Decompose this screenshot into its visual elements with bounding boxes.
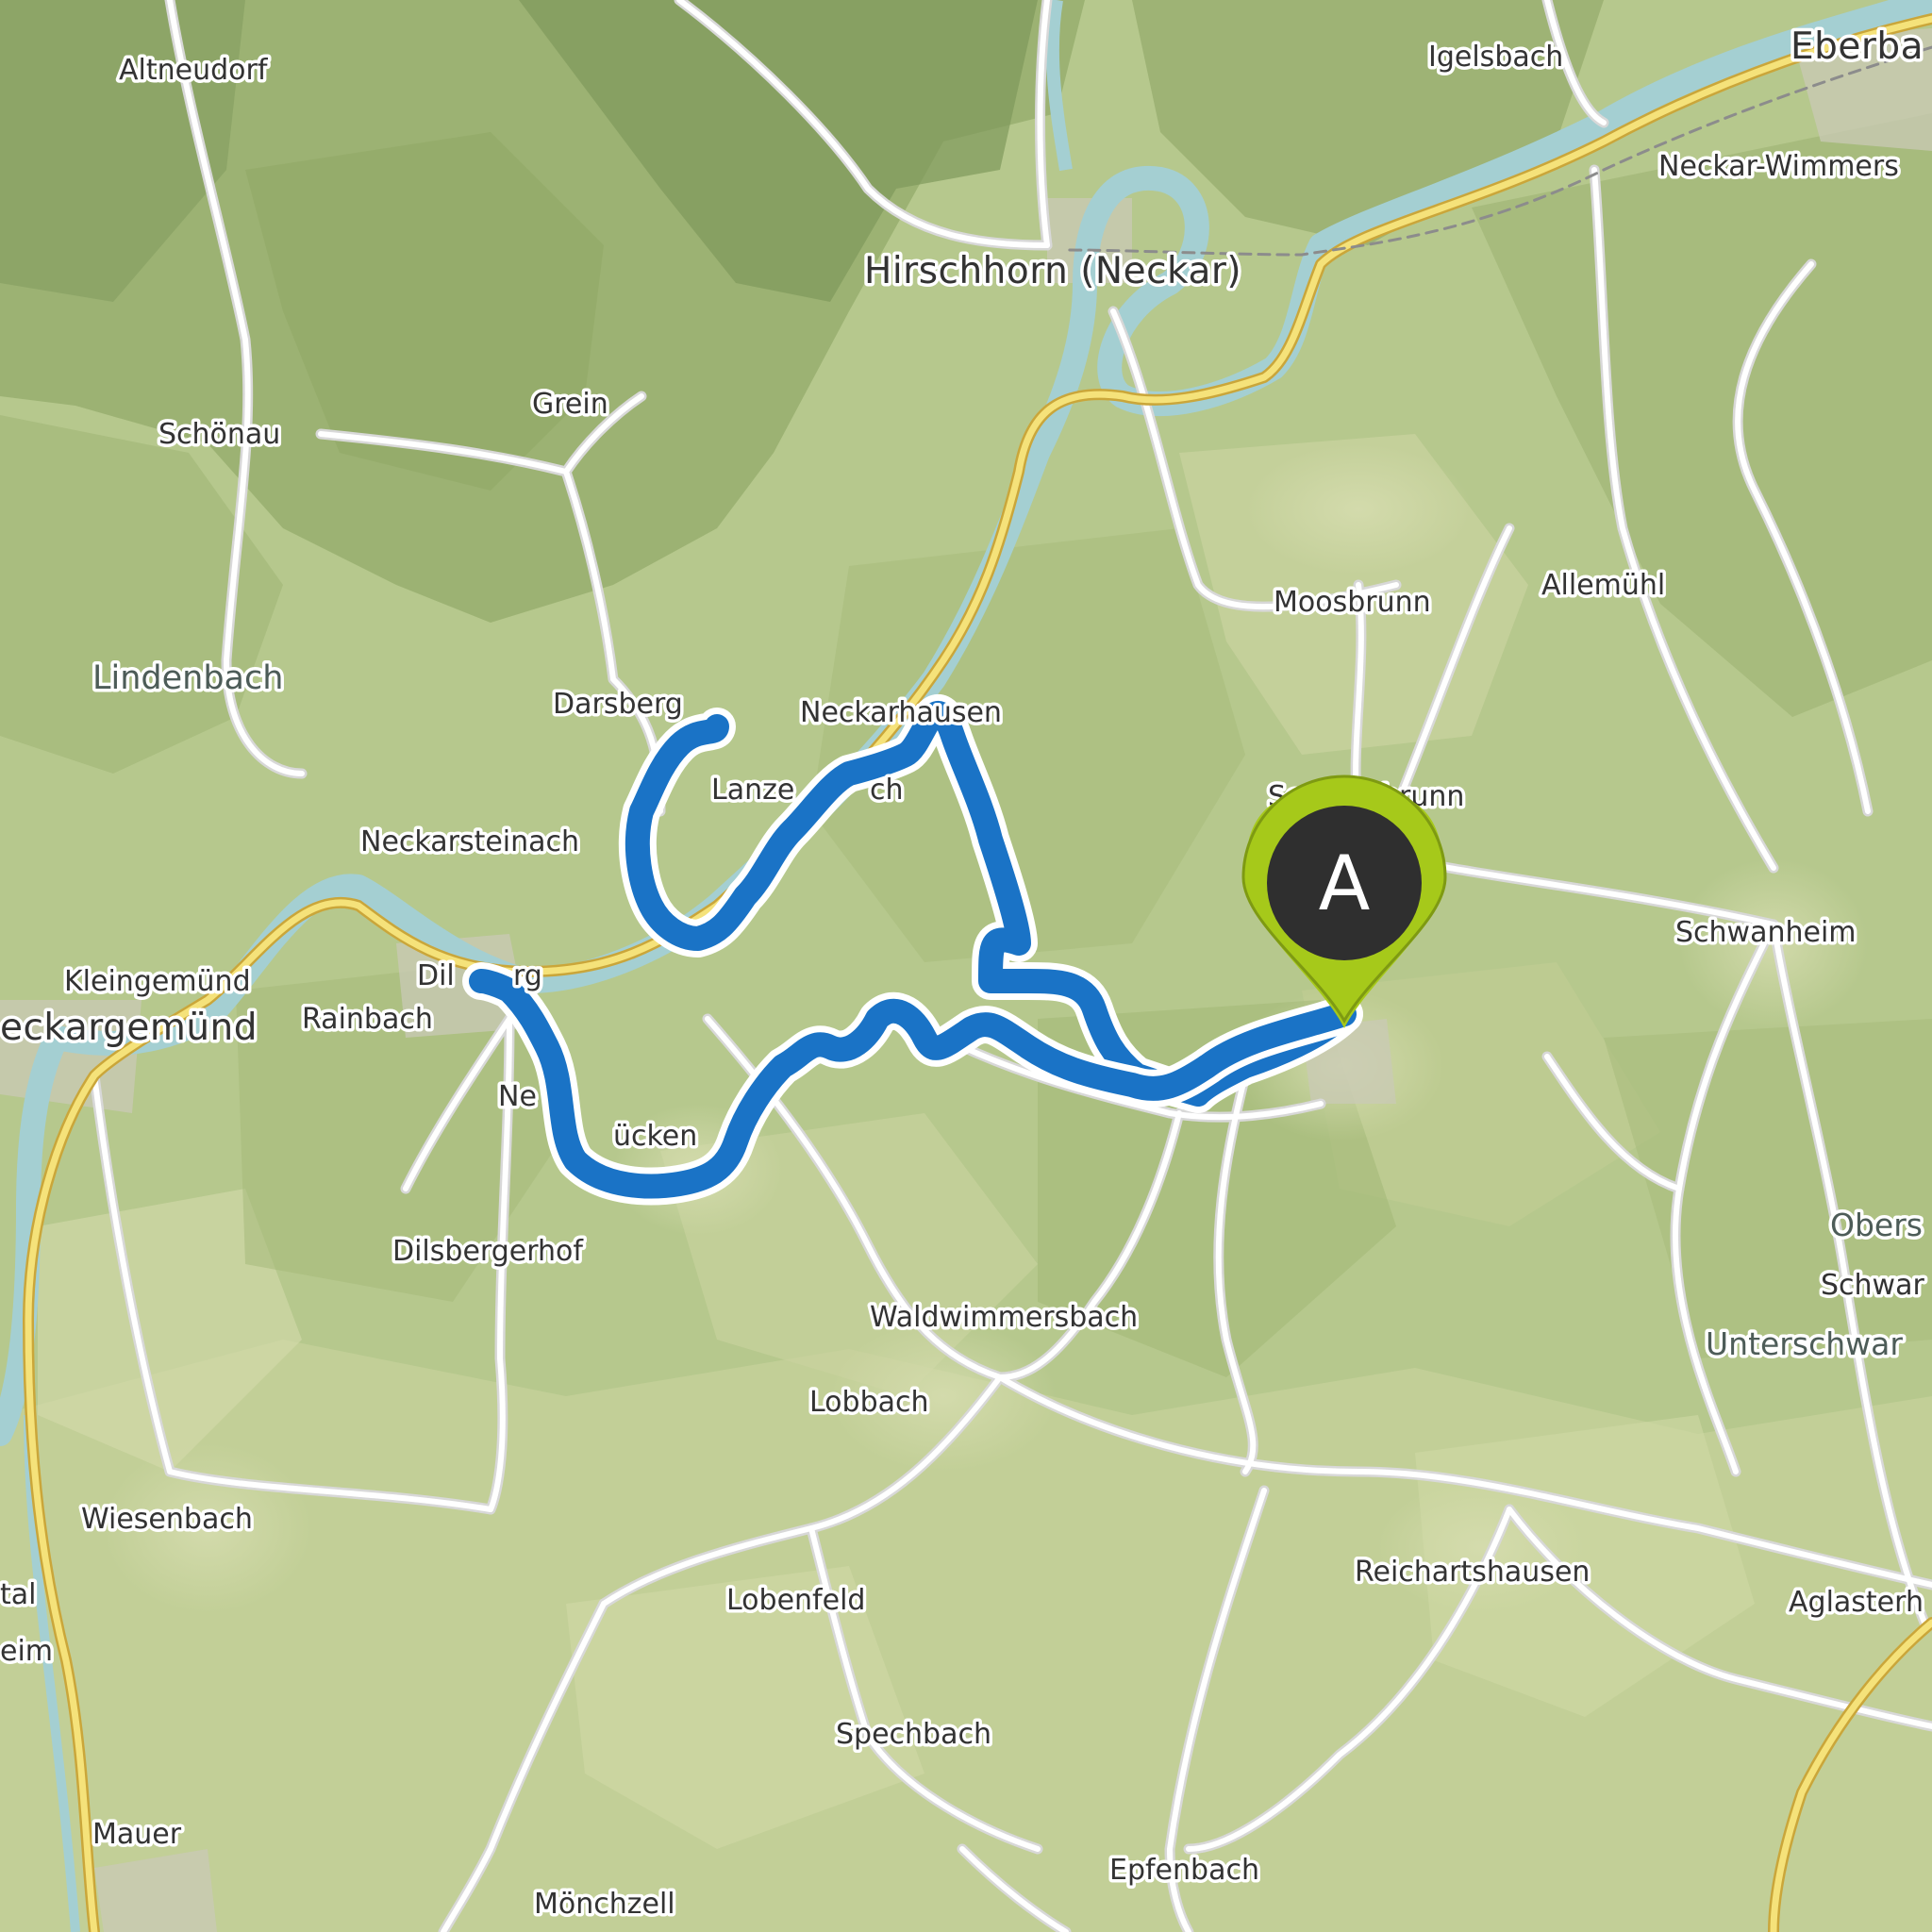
label-rainbach: Rainbach bbox=[302, 1003, 433, 1036]
label-darsberg: Darsberg bbox=[553, 688, 683, 721]
label-eberbach: Eberba bbox=[1790, 25, 1924, 68]
label-lanzenbach: Lanze bbox=[711, 774, 794, 807]
label-kleingemuend: Kleingemünd bbox=[64, 965, 251, 998]
label-reichartshausen: Reichartshausen bbox=[1355, 1556, 1590, 1589]
label-schwanheim: Schwanheim bbox=[1675, 916, 1857, 949]
label-tal: tal bbox=[0, 1578, 36, 1611]
label-lobenfeld: Lobenfeld bbox=[726, 1584, 865, 1617]
label-moosbrunn: Moosbrunn bbox=[1274, 586, 1431, 619]
label-obers: Obers bbox=[1830, 1207, 1923, 1243]
label-dilsberg-end: rg bbox=[513, 959, 542, 992]
label-lindenbach: Lindenbach bbox=[92, 659, 283, 697]
label-altneudorf: Altneudorf bbox=[119, 54, 269, 87]
marker-label: A bbox=[1319, 840, 1371, 927]
label-epfenbach: Epfenbach bbox=[1109, 1854, 1259, 1887]
label-eim: eim bbox=[0, 1635, 53, 1668]
label-dilsbergerhof: Dilsbergerhof bbox=[392, 1235, 584, 1268]
map-view[interactable]: Altneudorf Igelsbach Eberba Neckar-Wimme… bbox=[0, 0, 1932, 1932]
label-dilsberg: Dil bbox=[417, 959, 455, 992]
label-spechbach: Spechbach bbox=[836, 1718, 991, 1751]
label-igelsbach: Igelsbach bbox=[1428, 41, 1563, 74]
label-neckarhausen: Neckarhausen bbox=[800, 696, 1002, 729]
label-mauer: Mauer bbox=[92, 1818, 182, 1851]
label-grein: Grein bbox=[532, 388, 608, 421]
label-lanzenbach-end: ch bbox=[870, 774, 904, 807]
label-aglasterhausen: Aglasterh bbox=[1789, 1586, 1924, 1619]
label-waldwimmersbach: Waldwimmersbach bbox=[870, 1301, 1138, 1334]
label-schoenau: Schönau bbox=[158, 418, 280, 451]
label-allemuehl: Allemühl bbox=[1541, 569, 1665, 602]
label-schwar: Schwar bbox=[1821, 1269, 1924, 1302]
label-neckarhausen-sw: Ne bbox=[498, 1080, 537, 1113]
label-neckargemuend: eckargemünd bbox=[0, 1007, 258, 1049]
label-hirschhorn: Hirschhorn (Neckar) bbox=[864, 250, 1241, 292]
label-moenchzell: Mönchzell bbox=[534, 1888, 675, 1921]
label-neckarsteinach: Neckarsteinach bbox=[360, 825, 579, 858]
label-mueckenloch: ücken bbox=[613, 1120, 697, 1153]
label-lobbach: Lobbach bbox=[809, 1386, 929, 1419]
label-unterschwar: Unterschwar bbox=[1706, 1325, 1903, 1362]
label-wiesenbach: Wiesenbach bbox=[81, 1503, 253, 1536]
label-neckar-wimmersbach: Neckar-Wimmers bbox=[1658, 150, 1899, 183]
